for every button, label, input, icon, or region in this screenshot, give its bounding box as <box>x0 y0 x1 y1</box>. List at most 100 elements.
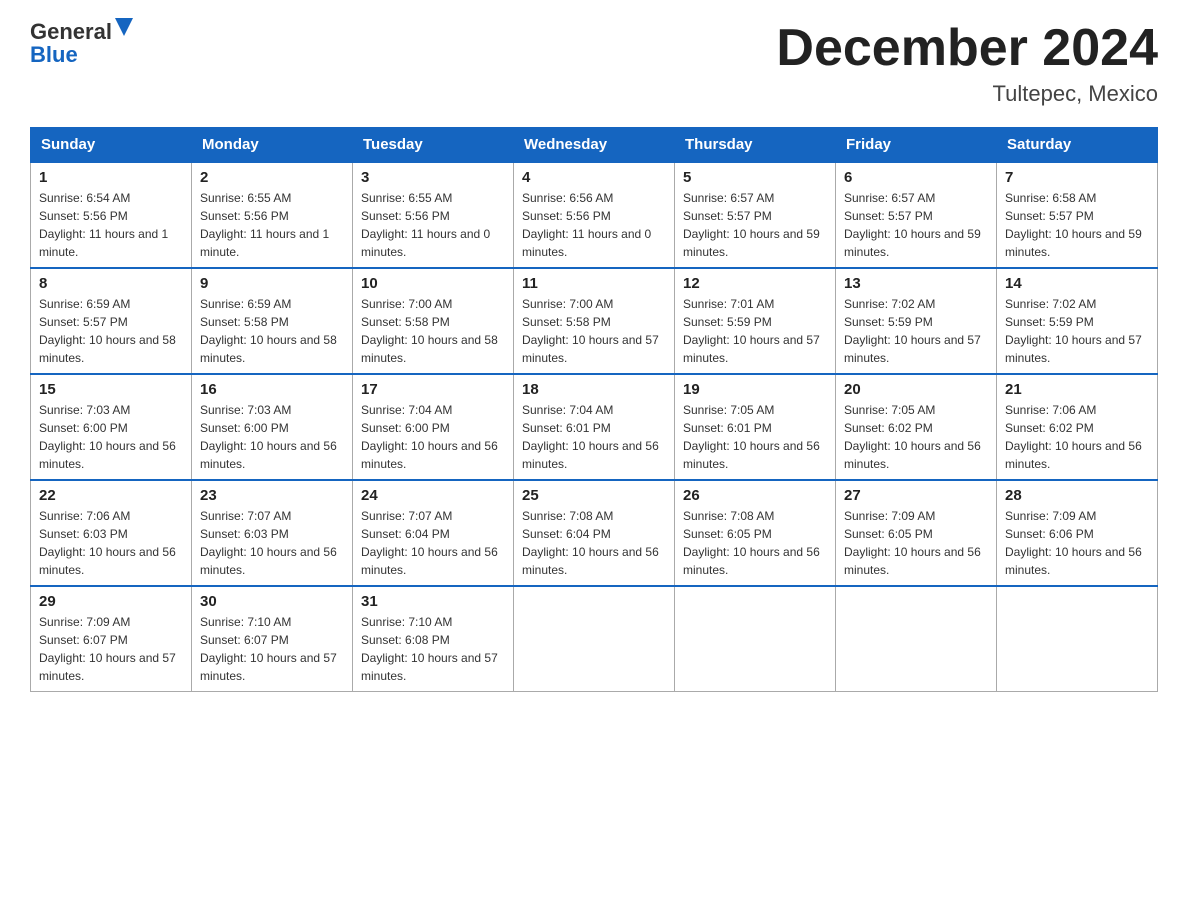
day-info: Sunrise: 7:04 AMSunset: 6:01 PMDaylight:… <box>522 401 666 473</box>
logo: General Blue <box>30 20 133 66</box>
day-number: 30 <box>200 593 344 610</box>
day-info: Sunrise: 7:07 AMSunset: 6:04 PMDaylight:… <box>361 507 505 579</box>
calendar-day-cell: 29Sunrise: 7:09 AMSunset: 6:07 PMDayligh… <box>31 586 192 692</box>
day-info: Sunrise: 7:00 AMSunset: 5:58 PMDaylight:… <box>522 295 666 367</box>
day-number: 4 <box>522 169 666 186</box>
day-number: 21 <box>1005 381 1149 398</box>
day-info: Sunrise: 7:08 AMSunset: 6:05 PMDaylight:… <box>683 507 827 579</box>
calendar-day-cell: 10Sunrise: 7:00 AMSunset: 5:58 PMDayligh… <box>353 268 514 374</box>
calendar-day-cell: 14 Sunrise: 7:02 AMSunset: 5:59 PMDayligh… <box>997 268 1158 374</box>
day-info: Sunrise: 7:03 AMSunset: 6:00 PMDaylight:… <box>200 401 344 473</box>
page-header: General Blue December 2024 Tultepec, Mex… <box>30 20 1158 107</box>
calendar-day-cell <box>836 586 997 692</box>
calendar-day-cell: 17 Sunrise: 7:04 AMSunset: 6:00 PMDayligh… <box>353 374 514 480</box>
calendar-day-cell: 20Sunrise: 7:05 AMSunset: 6:02 PMDayligh… <box>836 374 997 480</box>
calendar-day-cell: 19 Sunrise: 7:05 AMSunset: 6:01 PMDayligh… <box>675 374 836 480</box>
day-number: 2 <box>200 169 344 186</box>
day-info: Sunrise: 7:05 AMSunset: 6:01 PMDaylight:… <box>683 401 827 473</box>
logo-general: General <box>30 21 112 43</box>
calendar-day-cell: 5Sunrise: 6:57 AMSunset: 5:57 PMDaylight… <box>675 162 836 268</box>
day-info: Sunrise: 6:57 AMSunset: 5:57 PMDaylight:… <box>844 189 988 261</box>
day-info: Sunrise: 6:59 AMSunset: 5:58 PMDaylight:… <box>200 295 344 367</box>
calendar-header-sunday: Sunday <box>31 128 192 163</box>
calendar-day-cell: 9 Sunrise: 6:59 AMSunset: 5:58 PMDaylight… <box>192 268 353 374</box>
day-number: 11 <box>522 275 666 292</box>
day-info: Sunrise: 7:00 AMSunset: 5:58 PMDaylight:… <box>361 295 505 367</box>
calendar-day-cell: 3 Sunrise: 6:55 AMSunset: 5:56 PMDaylight… <box>353 162 514 268</box>
calendar-header-monday: Monday <box>192 128 353 163</box>
calendar-table: SundayMondayTuesdayWednesdayThursdayFrid… <box>30 127 1158 692</box>
calendar-day-cell: 18Sunrise: 7:04 AMSunset: 6:01 PMDayligh… <box>514 374 675 480</box>
day-info: Sunrise: 7:04 AMSunset: 6:00 PMDaylight:… <box>361 401 505 473</box>
day-info: Sunrise: 6:55 AMSunset: 5:56 PMDaylight:… <box>361 189 505 261</box>
calendar-day-cell: 28 Sunrise: 7:09 AMSunset: 6:06 PMDayligh… <box>997 480 1158 586</box>
day-number: 6 <box>844 169 988 186</box>
day-info: Sunrise: 6:55 AMSunset: 5:56 PMDaylight:… <box>200 189 344 261</box>
calendar-day-cell: 1 Sunrise: 6:54 AMSunset: 5:56 PMDaylight… <box>31 162 192 268</box>
day-number: 19 <box>683 381 827 398</box>
calendar-header-saturday: Saturday <box>997 128 1158 163</box>
calendar-day-cell: 24 Sunrise: 7:07 AMSunset: 6:04 PMDayligh… <box>353 480 514 586</box>
calendar-week-row: 8Sunrise: 6:59 AMSunset: 5:57 PMDaylight… <box>31 268 1158 374</box>
day-number: 27 <box>844 487 988 504</box>
day-info: Sunrise: 6:57 AMSunset: 5:57 PMDaylight:… <box>683 189 827 261</box>
calendar-day-cell: 31 Sunrise: 7:10 AMSunset: 6:08 PMDayligh… <box>353 586 514 692</box>
calendar-day-cell: 26 Sunrise: 7:08 AMSunset: 6:05 PMDayligh… <box>675 480 836 586</box>
day-info: Sunrise: 6:56 AMSunset: 5:56 PMDaylight:… <box>522 189 666 261</box>
day-number: 7 <box>1005 169 1149 186</box>
calendar-day-cell: 11 Sunrise: 7:00 AMSunset: 5:58 PMDayligh… <box>514 268 675 374</box>
day-number: 3 <box>361 169 505 186</box>
calendar-day-cell <box>997 586 1158 692</box>
day-info: Sunrise: 7:08 AMSunset: 6:04 PMDaylight:… <box>522 507 666 579</box>
day-number: 26 <box>683 487 827 504</box>
day-number: 22 <box>39 487 183 504</box>
calendar-header-thursday: Thursday <box>675 128 836 163</box>
calendar-day-cell: 2 Sunrise: 6:55 AMSunset: 5:56 PMDaylight… <box>192 162 353 268</box>
calendar-day-cell: 25 Sunrise: 7:08 AMSunset: 6:04 PMDayligh… <box>514 480 675 586</box>
day-info: Sunrise: 7:10 AMSunset: 6:07 PMDaylight:… <box>200 613 344 685</box>
calendar-week-row: 29Sunrise: 7:09 AMSunset: 6:07 PMDayligh… <box>31 586 1158 692</box>
day-info: Sunrise: 7:01 AMSunset: 5:59 PMDaylight:… <box>683 295 827 367</box>
calendar-day-cell: 22 Sunrise: 7:06 AMSunset: 6:03 PMDayligh… <box>31 480 192 586</box>
day-info: Sunrise: 7:06 AMSunset: 6:02 PMDaylight:… <box>1005 401 1149 473</box>
calendar-header-tuesday: Tuesday <box>353 128 514 163</box>
day-number: 23 <box>200 487 344 504</box>
day-info: Sunrise: 6:59 AMSunset: 5:57 PMDaylight:… <box>39 295 183 367</box>
day-number: 17 <box>361 381 505 398</box>
calendar-day-cell: 23Sunrise: 7:07 AMSunset: 6:03 PMDayligh… <box>192 480 353 586</box>
day-number: 9 <box>200 275 344 292</box>
calendar-day-cell: 13Sunrise: 7:02 AMSunset: 5:59 PMDayligh… <box>836 268 997 374</box>
day-number: 31 <box>361 593 505 610</box>
day-info: Sunrise: 7:09 AMSunset: 6:06 PMDaylight:… <box>1005 507 1149 579</box>
day-number: 25 <box>522 487 666 504</box>
day-info: Sunrise: 7:09 AMSunset: 6:07 PMDaylight:… <box>39 613 183 685</box>
calendar-week-row: 1 Sunrise: 6:54 AMSunset: 5:56 PMDaylight… <box>31 162 1158 268</box>
calendar-day-cell <box>514 586 675 692</box>
calendar-day-cell: 7Sunrise: 6:58 AMSunset: 5:57 PMDaylight… <box>997 162 1158 268</box>
day-number: 14 <box>1005 275 1149 292</box>
day-info: Sunrise: 7:03 AMSunset: 6:00 PMDaylight:… <box>39 401 183 473</box>
day-number: 1 <box>39 169 183 186</box>
day-number: 24 <box>361 487 505 504</box>
day-info: Sunrise: 7:09 AMSunset: 6:05 PMDaylight:… <box>844 507 988 579</box>
day-number: 12 <box>683 275 827 292</box>
logo-blue: Blue <box>30 42 78 67</box>
calendar-day-cell: 27 Sunrise: 7:09 AMSunset: 6:05 PMDayligh… <box>836 480 997 586</box>
day-number: 16 <box>200 381 344 398</box>
day-info: Sunrise: 7:06 AMSunset: 6:03 PMDaylight:… <box>39 507 183 579</box>
calendar-day-cell: 30 Sunrise: 7:10 AMSunset: 6:07 PMDayligh… <box>192 586 353 692</box>
calendar-day-cell <box>675 586 836 692</box>
location: Tultepec, Mexico <box>776 81 1158 107</box>
calendar-week-row: 22 Sunrise: 7:06 AMSunset: 6:03 PMDayligh… <box>31 480 1158 586</box>
calendar-day-cell: 15 Sunrise: 7:03 AMSunset: 6:00 PMDayligh… <box>31 374 192 480</box>
day-number: 28 <box>1005 487 1149 504</box>
logo-triangle-icon <box>115 18 133 40</box>
day-number: 13 <box>844 275 988 292</box>
month-title: December 2024 <box>776 20 1158 77</box>
calendar-header-wednesday: Wednesday <box>514 128 675 163</box>
day-info: Sunrise: 7:10 AMSunset: 6:08 PMDaylight:… <box>361 613 505 685</box>
day-number: 15 <box>39 381 183 398</box>
day-info: Sunrise: 6:54 AMSunset: 5:56 PMDaylight:… <box>39 189 183 261</box>
day-info: Sunrise: 7:02 AMSunset: 5:59 PMDaylight:… <box>1005 295 1149 367</box>
calendar-header-friday: Friday <box>836 128 997 163</box>
